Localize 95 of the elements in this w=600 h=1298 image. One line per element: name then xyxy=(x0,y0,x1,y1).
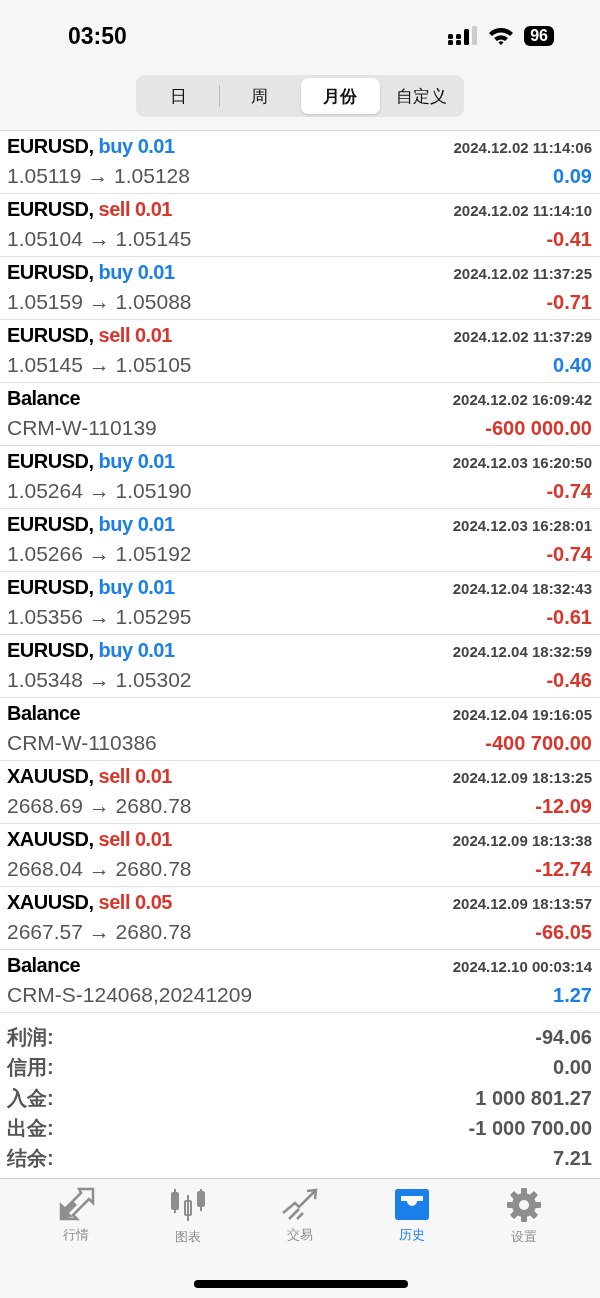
signal-icon xyxy=(448,26,479,46)
summary-value: -94.06 xyxy=(535,1025,592,1049)
deal-prices: 1.05119 → 1.05128 xyxy=(7,164,190,188)
deal-prices: 2667.57 → 2680.78 xyxy=(7,920,192,944)
summary-label: 信用: xyxy=(7,1055,54,1081)
deal-profit: -0.61 xyxy=(546,606,592,629)
deal-time: 2024.12.09 18:13:57 xyxy=(452,895,592,912)
deal-symbol: EURUSD, xyxy=(7,576,94,598)
deal-prices: 2668.69 → 2680.78 xyxy=(7,794,192,818)
deal-symbol: Balance xyxy=(7,387,81,409)
deal-time: 2024.12.10 00:03:14 xyxy=(452,958,592,975)
deal-profit: -0.74 xyxy=(546,480,592,503)
deal-prices: 1.05266 → 1.05192 xyxy=(7,542,192,566)
deal-profit: -12.09 xyxy=(535,795,592,818)
deal-profit: -600 000.00 xyxy=(485,417,592,440)
deal-order: buy 0.01 xyxy=(98,261,175,283)
deal-order: sell 0.01 xyxy=(98,828,172,850)
deal-profit: -0.41 xyxy=(546,228,592,251)
trend-lines-icon xyxy=(281,1187,319,1221)
deal-order: buy 0.01 xyxy=(98,639,175,661)
status-time: 03:50 xyxy=(68,22,127,50)
wifi-icon xyxy=(488,26,515,46)
deal-prices: 1.05356 → 1.05295 xyxy=(7,605,192,629)
deal-symbol: EURUSD, xyxy=(7,324,94,346)
deal-order: buy 0.01 xyxy=(98,513,175,535)
period-tab[interactable]: 自定义 xyxy=(381,78,461,114)
tab-bar-item[interactable]: 历史 xyxy=(372,1187,452,1244)
deal-profit: 0.40 xyxy=(553,354,592,377)
deal-order: sell 0.05 xyxy=(98,891,172,913)
deal-prices: 1.05348 → 1.05302 xyxy=(7,668,192,692)
summary-value: 7.21 xyxy=(553,1147,592,1171)
summary-label: 结余: xyxy=(7,1146,54,1172)
deal-time: 2024.12.09 18:13:38 xyxy=(452,832,592,849)
tab-bar-item[interactable]: 设置 xyxy=(484,1187,564,1246)
settings-icon xyxy=(506,1187,542,1223)
period-tab[interactable]: 日 xyxy=(139,78,219,114)
summary-value: 0.00 xyxy=(553,1056,592,1080)
diagonal-arrows-icon xyxy=(57,1187,95,1221)
summary-value: -1 000 700.00 xyxy=(468,1116,592,1140)
deal-profit: -400 700.00 xyxy=(485,732,592,755)
tab-bar-item[interactable]: 交易 xyxy=(260,1187,340,1244)
deal-order: sell 0.01 xyxy=(98,198,172,220)
deal-time: 2024.12.04 18:32:43 xyxy=(452,580,592,597)
deal-time: 2024.12.02 11:14:10 xyxy=(453,202,592,219)
deal-time: 2024.12.04 18:32:59 xyxy=(452,643,592,660)
deal-prices: 1.05104 → 1.05145 xyxy=(7,227,192,251)
summary-label: 利润: xyxy=(7,1024,54,1050)
deal-order: buy 0.01 xyxy=(98,450,175,472)
deal-prices: 1.05264 → 1.05190 xyxy=(7,479,192,503)
deal-symbol: XAUUSD, xyxy=(7,765,94,787)
deal-symbol: XAUUSD, xyxy=(7,891,94,913)
deal-prices: 1.05145 → 1.05105 xyxy=(7,353,192,377)
deal-prices: CRM-S-124068,20241209 xyxy=(7,983,253,1007)
deal-symbol: EURUSD, xyxy=(7,450,94,472)
deal-prices: CRM-W-110386 xyxy=(7,731,157,755)
deal-time: 2024.12.02 11:37:25 xyxy=(453,265,592,282)
deal-prices: CRM-W-110139 xyxy=(7,416,157,440)
deal-prices: 1.05159 → 1.05088 xyxy=(7,290,192,314)
summary-value: 1 000 801.27 xyxy=(475,1086,592,1110)
deal-symbol: EURUSD, xyxy=(7,513,94,535)
deal-order: buy 0.01 xyxy=(98,135,175,157)
deal-time: 2024.12.03 16:28:01 xyxy=(452,517,592,534)
deal-time: 2024.12.03 16:20:50 xyxy=(452,454,592,471)
tab-bar-item[interactable]: 图表 xyxy=(148,1187,228,1246)
candlestick-icon xyxy=(169,1187,207,1223)
deal-time: 2024.12.02 16:09:42 xyxy=(452,391,592,408)
battery-indicator: 96 xyxy=(524,26,554,46)
deal-profit: -66.05 xyxy=(535,921,592,944)
summary-label: 出金: xyxy=(7,1115,54,1141)
deal-symbol: EURUSD, xyxy=(7,198,94,220)
deal-profit: -0.46 xyxy=(546,669,592,692)
summary-label: 入金: xyxy=(7,1085,54,1111)
period-tab[interactable]: 周 xyxy=(219,78,300,114)
deal-time: 2024.12.02 11:37:29 xyxy=(453,328,592,345)
deal-symbol: Balance xyxy=(7,702,81,724)
deal-profit: -0.74 xyxy=(546,543,592,566)
deal-order: sell 0.01 xyxy=(98,324,172,346)
deal-time: 2024.12.02 11:14:06 xyxy=(453,139,592,156)
deal-profit: -0.71 xyxy=(546,291,592,314)
deal-profit: -12.74 xyxy=(535,858,592,881)
deal-symbol: EURUSD, xyxy=(7,135,94,157)
deal-symbol: EURUSD, xyxy=(7,639,94,661)
deal-order: buy 0.01 xyxy=(98,576,175,598)
deal-prices: 2668.04 → 2680.78 xyxy=(7,857,192,881)
deal-symbol: XAUUSD, xyxy=(7,828,94,850)
deal-profit: 1.27 xyxy=(553,984,592,1007)
deal-time: 2024.12.09 18:13:25 xyxy=(452,769,592,786)
deal-time: 2024.12.04 19:16:05 xyxy=(452,706,592,723)
deal-order: sell 0.01 xyxy=(98,765,172,787)
deal-profit: 0.09 xyxy=(553,165,592,188)
period-tab[interactable]: 月份 xyxy=(300,78,381,114)
deal-symbol: Balance xyxy=(7,954,81,976)
deal-symbol: EURUSD, xyxy=(7,261,94,283)
inbox-icon xyxy=(394,1187,430,1221)
tab-bar-item[interactable]: 行情 xyxy=(36,1187,116,1244)
